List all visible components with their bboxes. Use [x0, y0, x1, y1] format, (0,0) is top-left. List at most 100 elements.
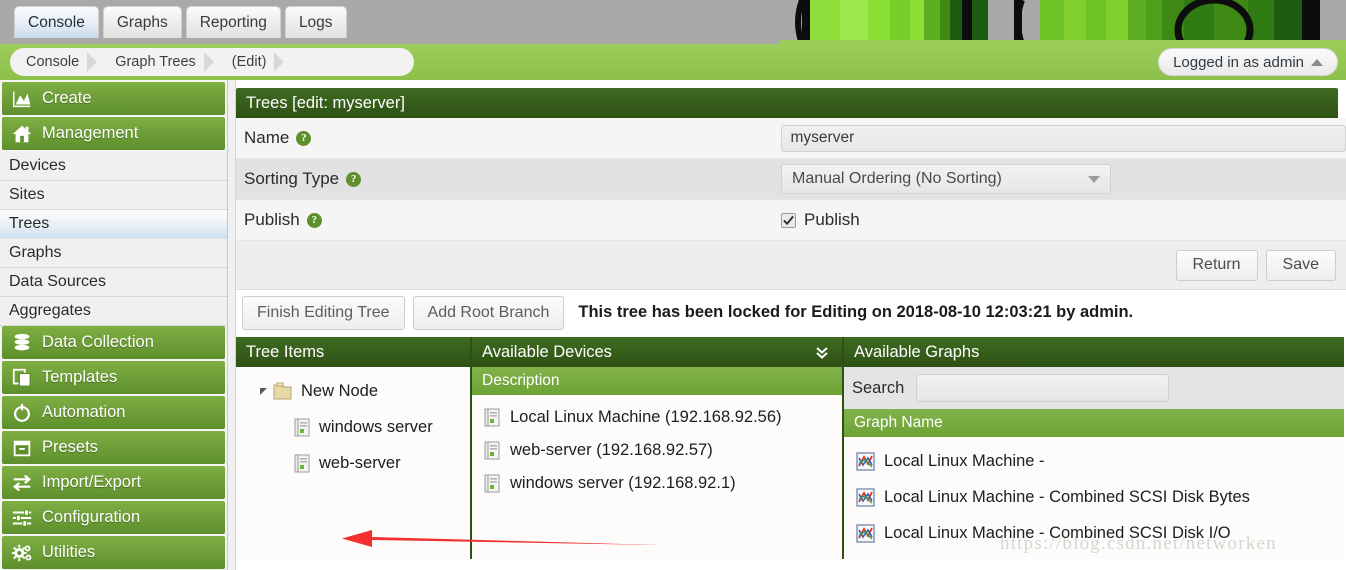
graph-list-item[interactable]: Local Linux Machine - Combined SCSI Disk… [844, 479, 1344, 515]
double-chevron-down-icon[interactable] [814, 344, 830, 360]
main-tab-bar: Console Graphs Reporting Logs [14, 6, 347, 38]
form-row-name: Name ? [236, 118, 1346, 159]
tree-edit-bar: Finish Editing Tree Add Root Branch This… [236, 290, 1346, 335]
available-graphs-panel: Available Graphs Search Graph Name Local… [844, 337, 1344, 559]
tab-reporting-label: Reporting [199, 13, 267, 31]
sidebar-presets-label: Presets [42, 438, 98, 456]
sidebar-scrollbar[interactable] [228, 80, 236, 570]
sidebar-navigation: Create Management Devices Sites Trees Gr… [0, 80, 228, 570]
sidebar-item-devices[interactable]: Devices [0, 152, 227, 181]
available-graphs-header: Available Graphs [844, 337, 1344, 367]
tab-console-label: Console [28, 13, 85, 31]
sidebar-templates-label: Templates [42, 368, 118, 386]
available-devices-header: Available Devices [472, 337, 842, 367]
help-icon[interactable]: ? [296, 130, 312, 146]
tree-items-panel: Tree Items New Node windows server web-s… [236, 337, 472, 559]
tree-node-label: New Node [301, 381, 379, 400]
breadcrumb-item-edit[interactable]: (Edit) [216, 48, 287, 76]
sidebar-item-graphs[interactable]: Graphs [0, 239, 227, 268]
sidebar-item-create[interactable]: Create [2, 82, 225, 115]
sidebar-item-utilities[interactable]: Utilities [2, 536, 225, 569]
tab-logs-label: Logs [298, 13, 333, 31]
cacti-logo-banner [780, 0, 1346, 44]
templates-icon [12, 368, 31, 387]
tree-node-new-node[interactable]: New Node [236, 373, 470, 409]
chevron-down-icon [1088, 175, 1100, 183]
device-list-item[interactable]: Local Linux Machine (192.168.92.56) [472, 401, 842, 434]
device-label: Local Linux Machine (192.168.92.56) [510, 408, 782, 426]
tab-reporting[interactable]: Reporting [185, 6, 281, 38]
save-button[interactable]: Save [1265, 249, 1336, 281]
device-icon [484, 474, 500, 493]
sidebar-item-automation[interactable]: Automation [2, 396, 225, 429]
graph-name-header: Graph Name [854, 414, 943, 431]
sidebar-item-templates[interactable]: Templates [2, 361, 225, 394]
add-root-branch-label: Add Root Branch [427, 303, 550, 321]
publish-checkbox-label: Publish [804, 210, 860, 229]
sidebar-graphs-label: Graphs [9, 244, 62, 261]
tab-graphs-label: Graphs [116, 13, 168, 31]
sidebar-item-configuration[interactable]: Configuration [2, 501, 225, 534]
sidebar-item-sites[interactable]: Sites [0, 181, 227, 210]
add-root-branch-button[interactable]: Add Root Branch [412, 295, 565, 330]
sidebar-management-label: Management [42, 124, 139, 142]
graph-list-item[interactable]: Local Linux Machine - [844, 443, 1344, 479]
sorting-type-select[interactable]: Manual Ordering (No Sorting) [781, 164, 1111, 194]
tree-node-label: windows server [319, 417, 433, 436]
name-input[interactable] [780, 124, 1346, 152]
sidebar-item-import-export[interactable]: Import/Export [2, 466, 225, 499]
sidebar-item-aggregates[interactable]: Aggregates [0, 297, 227, 326]
graph-label: Local Linux Machine - Combined SCSI Disk… [884, 523, 1231, 542]
sidebar-item-management[interactable]: Management [2, 117, 225, 150]
sidebar-trees-label: Trees [9, 215, 50, 232]
available-devices-title: Available Devices [482, 342, 612, 361]
sidebar-item-data-collection[interactable]: Data Collection [2, 326, 225, 359]
logged-in-user-menu[interactable]: Logged in as admin [1158, 48, 1338, 76]
presets-box-icon [13, 440, 31, 456]
tree-node-windows-server[interactable]: windows server [236, 409, 470, 445]
breadcrumb-item-graph-trees[interactable]: Graph Trees [99, 48, 216, 76]
tab-graphs[interactable]: Graphs [102, 6, 182, 38]
device-list-item[interactable]: web-server (192.168.92.57) [472, 434, 842, 467]
breadcrumb-console-label: Console [26, 54, 80, 70]
caret-up-icon [1311, 58, 1323, 66]
sidebar-aggregates-label: Aggregates [9, 302, 91, 319]
devices-description-header: Description [482, 372, 560, 389]
logged-in-label: Logged in as admin [1173, 53, 1304, 71]
available-devices-panel: Available Devices Description Local Linu… [472, 337, 844, 559]
sidebar-item-data-sources[interactable]: Data Sources [0, 268, 227, 297]
breadcrumb-item-console[interactable]: Console [10, 48, 99, 76]
folder-icon [273, 382, 292, 399]
finish-editing-tree-button[interactable]: Finish Editing Tree [242, 295, 405, 330]
publish-checkbox-group[interactable]: Publish [781, 210, 860, 230]
device-icon [294, 418, 310, 436]
finish-editing-tree-label: Finish Editing Tree [257, 303, 390, 321]
device-label: windows server (192.168.92.1) [510, 474, 736, 492]
tree-node-web-server[interactable]: web-server [236, 445, 470, 481]
devices-list: Local Linux Machine (192.168.92.56) web-… [472, 395, 842, 559]
save-button-label: Save [1282, 256, 1319, 273]
cacti-console-page: Console Graphs Reporting Logs Console Gr… [0, 0, 1346, 570]
breadcrumb: Console Graph Trees (Edit) [10, 48, 414, 76]
search-input[interactable] [916, 374, 1170, 402]
sidebar-create-label: Create [42, 89, 92, 107]
help-icon[interactable]: ? [306, 212, 322, 228]
sidebar-data-collection-label: Data Collection [42, 333, 154, 351]
device-list-item[interactable]: windows server (192.168.92.1) [472, 467, 842, 500]
tree-items-title: Tree Items [246, 342, 325, 361]
publish-checkbox[interactable] [781, 212, 796, 228]
tab-logs[interactable]: Logs [284, 6, 347, 38]
name-label-text: Name [244, 128, 290, 147]
breadcrumb-graph-trees-label: Graph Trees [115, 54, 196, 70]
graph-list-item[interactable]: Local Linux Machine - Combined SCSI Disk… [844, 515, 1344, 551]
sidebar-item-trees[interactable]: Trees [0, 210, 227, 239]
expand-collapse-icon[interactable] [260, 387, 267, 395]
tree-items-header: Tree Items [236, 337, 470, 367]
return-button[interactable]: Return [1175, 249, 1258, 281]
help-icon[interactable]: ? [346, 171, 362, 187]
breadcrumb-bar: Console Graph Trees (Edit) Logged in as … [0, 44, 1346, 80]
sidebar-item-presets[interactable]: Presets [2, 431, 225, 464]
logo-graphic [780, 0, 1346, 44]
tab-console[interactable]: Console [14, 6, 99, 38]
breadcrumb-edit-label: (Edit) [231, 54, 267, 70]
